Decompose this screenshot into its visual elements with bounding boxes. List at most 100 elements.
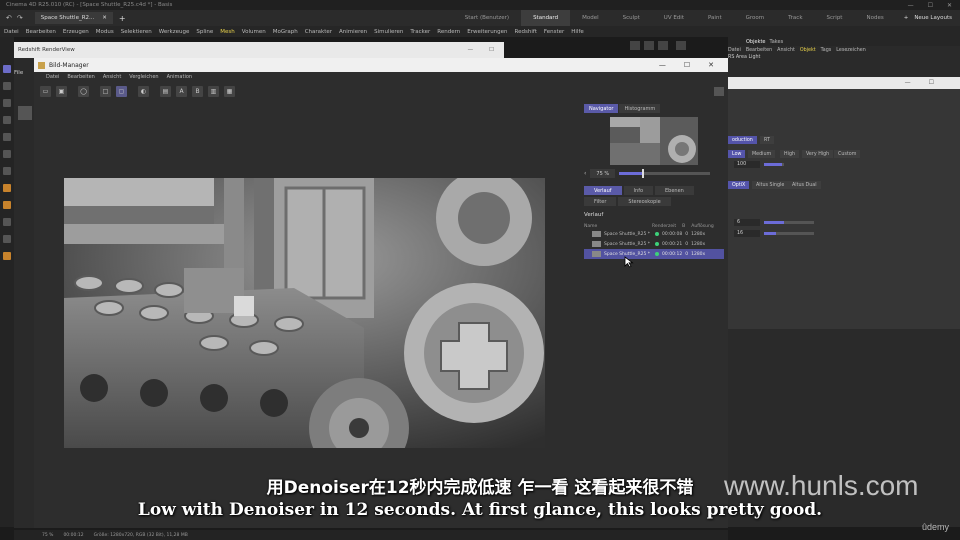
layout-tab[interactable]: Nodes: [854, 10, 895, 26]
layout-tab[interactable]: Sculpt: [611, 10, 652, 26]
menu-item[interactable]: Charakter: [305, 29, 332, 35]
zoom-slider-handle[interactable]: [641, 169, 644, 178]
menu-item[interactable]: Volumen: [242, 29, 266, 35]
live-select-icon[interactable]: [3, 133, 11, 141]
fit-view-icon[interactable]: ▢: [116, 85, 127, 97]
menu-item[interactable]: Lesezeichen: [836, 48, 865, 53]
add-layout-icon[interactable]: +: [904, 15, 909, 21]
menu-item[interactable]: Datei: [4, 29, 19, 35]
close-button[interactable]: ✕: [708, 61, 714, 69]
swap-icon[interactable]: ▥: [208, 85, 219, 97]
maximize-button[interactable]: ☐: [928, 2, 933, 9]
samples-field[interactable]: 100: [734, 161, 760, 168]
minimize-button[interactable]: —: [659, 61, 666, 69]
menu-item[interactable]: Objekt: [800, 48, 816, 53]
layout-tab[interactable]: Script: [815, 10, 855, 26]
value-slider-2[interactable]: [764, 232, 814, 235]
layout-tab[interactable]: Start (Benutzer): [453, 10, 521, 26]
column-header[interactable]: B: [682, 224, 685, 229]
menu-item[interactable]: Modus: [96, 29, 114, 35]
layout-tab[interactable]: Groom: [734, 10, 777, 26]
quality-very-high[interactable]: Very High: [802, 150, 834, 158]
menu-item[interactable]: Tags: [821, 48, 832, 53]
new-layouts-button[interactable]: Neue Layouts: [914, 15, 952, 21]
column-header[interactable]: Name: [584, 224, 646, 229]
menu-item[interactable]: Bearbeiten: [26, 29, 56, 35]
tab-takes[interactable]: Takes: [770, 39, 784, 45]
maximize-button[interactable]: ☐: [489, 47, 494, 53]
minimize-button[interactable]: —: [905, 79, 929, 86]
redshift-renderview-titlebar[interactable]: Redshift RenderView — ☐: [14, 42, 504, 58]
minimize-button[interactable]: —: [468, 47, 474, 53]
menu-item[interactable]: Animation: [167, 74, 193, 80]
menu-item[interactable]: Hilfe: [571, 29, 584, 35]
menu-item[interactable]: Selektieren: [121, 29, 152, 35]
compare-b-button[interactable]: B: [192, 85, 203, 97]
document-tab[interactable]: Space Shuttle_R2... ✕: [34, 12, 113, 24]
menu-item[interactable]: Mesh: [220, 29, 234, 35]
material-tool-icon[interactable]: [3, 201, 11, 209]
tab-production[interactable]: oduction: [728, 136, 757, 144]
menu-item[interactable]: Ansicht: [777, 48, 795, 53]
layout-tab-standard[interactable]: Standard: [521, 10, 571, 26]
menu-item[interactable]: Spline: [196, 29, 213, 35]
menu-item[interactable]: Datei: [46, 74, 59, 80]
snapshot-thumbnail[interactable]: [18, 106, 32, 120]
quality-medium[interactable]: Medium: [748, 150, 776, 158]
value-field-2[interactable]: 16: [734, 230, 760, 237]
undo-icon[interactable]: ↶: [6, 14, 12, 22]
value-field-1[interactable]: 6: [734, 219, 760, 226]
menu-item[interactable]: Ansicht: [103, 74, 121, 80]
quality-low[interactable]: Low: [728, 150, 746, 158]
navigator-thumbnail[interactable]: [610, 117, 698, 165]
denoiser-optix[interactable]: OptiX: [728, 181, 750, 189]
tab-filter[interactable]: Filter: [584, 197, 617, 206]
menu-item[interactable]: Animieren: [339, 29, 367, 35]
layout-tab[interactable]: UV Edit: [652, 10, 696, 26]
samples-slider[interactable]: [764, 163, 784, 166]
refresh-icon[interactable]: [676, 41, 686, 50]
render-view-icon[interactable]: [630, 41, 640, 50]
render-viewport[interactable]: [64, 178, 545, 448]
tab-histogramm[interactable]: Histogramm: [619, 104, 661, 113]
redshift-file-menu[interactable]: File: [14, 58, 36, 76]
menu-item[interactable]: MoGraph: [273, 29, 298, 35]
snap-tool-icon[interactable]: [3, 218, 11, 226]
move-tool-icon[interactable]: [3, 65, 11, 73]
menu-item[interactable]: Datei: [728, 48, 741, 53]
menu-item[interactable]: Erweiterungen: [467, 29, 507, 35]
column-header[interactable]: Renderzeit: [652, 224, 676, 229]
menu-item[interactable]: Bearbeiten: [67, 74, 94, 80]
minimize-button[interactable]: —: [908, 2, 914, 9]
menu-item[interactable]: Bearbeiten: [746, 48, 772, 53]
new-tab-icon[interactable]: +: [119, 14, 126, 23]
close-button[interactable]: ✕: [947, 2, 952, 9]
brush-tool-icon[interactable]: [3, 167, 11, 175]
history-row-selected[interactable]: Space Shuttle_R25 * 00:00:12 0 1280x: [584, 249, 724, 259]
snapshot-icon[interactable]: [714, 87, 724, 96]
menu-item[interactable]: Fenster: [544, 29, 564, 35]
tab-stereoskopie[interactable]: Stereoskopie: [618, 197, 671, 206]
tab-verlauf[interactable]: Verlauf: [584, 186, 622, 195]
render-settings-icon[interactable]: [658, 41, 668, 50]
redo-icon[interactable]: ↷: [17, 14, 23, 22]
tab-info[interactable]: Info: [623, 186, 654, 195]
stop-icon[interactable]: ◯: [78, 85, 89, 97]
denoiser-altus-dual[interactable]: Altus Dual: [788, 181, 821, 189]
layout-tab[interactable]: Track: [776, 10, 814, 26]
menu-item[interactable]: Vergleichen: [129, 74, 158, 80]
save-icon[interactable]: ▣: [56, 85, 67, 97]
compare-a-button[interactable]: A: [176, 85, 187, 97]
split-icon[interactable]: ▦: [224, 85, 235, 97]
zoom-value[interactable]: 75 %: [590, 169, 616, 178]
magnet-tool-icon[interactable]: [3, 252, 11, 260]
layout-tab[interactable]: Model: [570, 10, 611, 26]
knife-tool-icon[interactable]: [3, 150, 11, 158]
tab-navigator[interactable]: Navigator: [584, 104, 619, 113]
render-picture-icon[interactable]: [644, 41, 654, 50]
quality-high[interactable]: High: [780, 150, 800, 158]
maximize-button[interactable]: ☐: [684, 61, 690, 69]
tab-rt[interactable]: RT: [760, 136, 774, 144]
scale-tool-icon[interactable]: [3, 99, 11, 107]
denoiser-altus-single[interactable]: Altus Single: [752, 181, 789, 189]
